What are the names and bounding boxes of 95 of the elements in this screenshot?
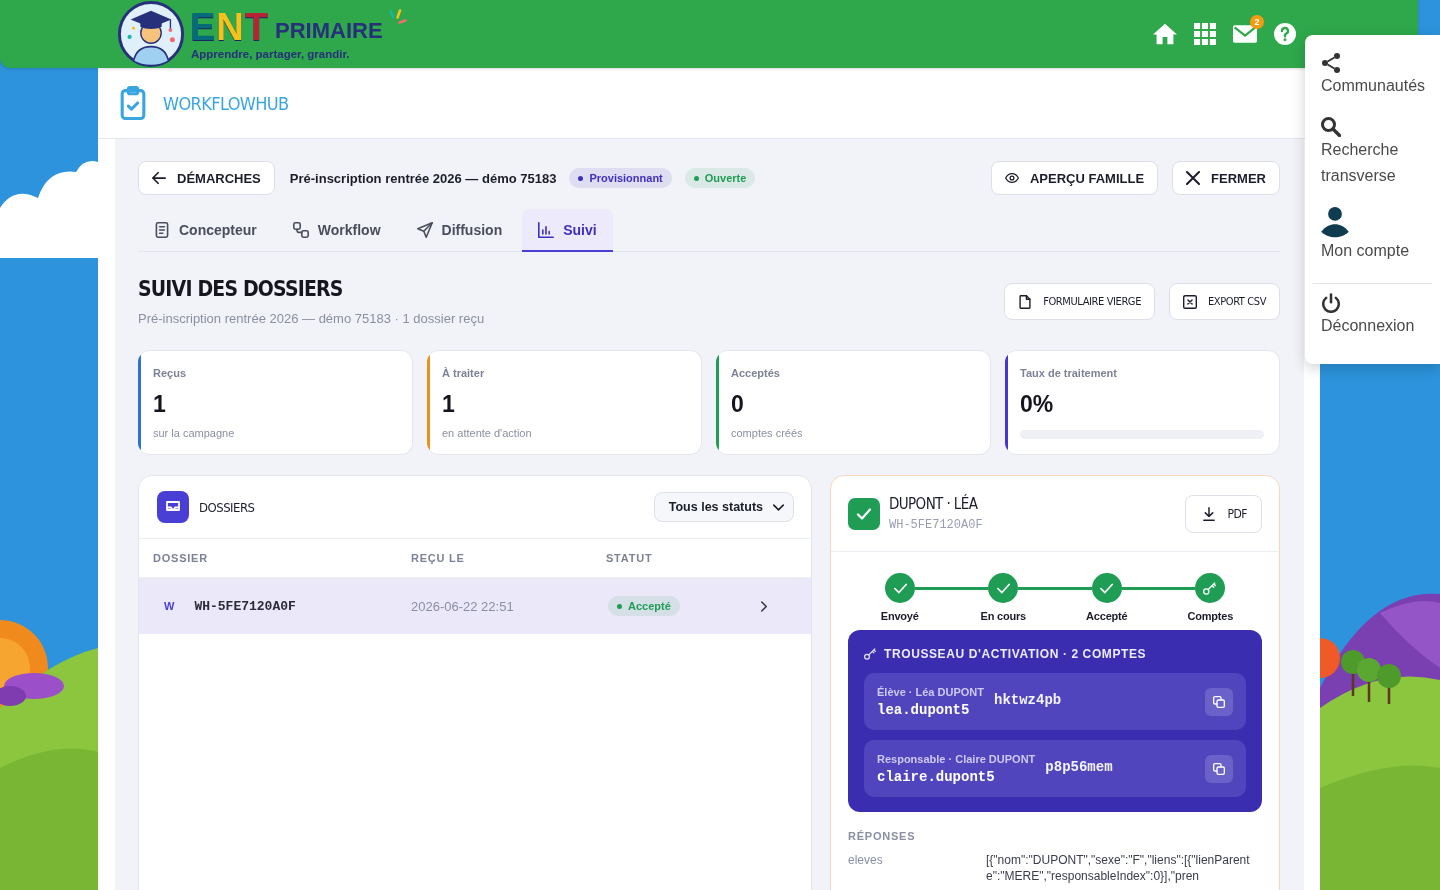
person-icon (1321, 207, 1349, 238)
close-icon (1186, 171, 1201, 185)
stat-label: À traiter (442, 366, 486, 380)
stat-caption: sur la campagne (153, 426, 236, 440)
column-header: STATUT (606, 552, 654, 564)
detail-reference: WH-5FE7120A0F (889, 518, 983, 532)
clipboard-check-icon (119, 86, 147, 120)
check-icon (848, 497, 880, 530)
close-button[interactable]: FERMER (1172, 161, 1280, 195)
step-label: Envoyé (880, 610, 919, 622)
step-label: En cours (980, 610, 1026, 622)
menu-item[interactable]: Recherche transverse (1305, 108, 1440, 198)
column-header: DOSSIER (153, 552, 209, 564)
stat-value: 0 (731, 390, 745, 418)
tab[interactable]: Workflow (276, 209, 397, 252)
status-filter[interactable]: Tous les statuts (653, 492, 794, 522)
eye-icon (1005, 171, 1019, 185)
stat-value: 0% (1020, 390, 1055, 418)
export-csv-button[interactable]: EXPORT CSV (1169, 283, 1280, 320)
account-password: hktwz4pb (994, 691, 1062, 708)
field-name: eleves (848, 852, 884, 869)
chevron-right-icon (761, 600, 767, 612)
x-square-icon (1183, 294, 1197, 309)
stat-label: Taux de traitement (1020, 366, 1118, 380)
mail-icon[interactable] (1233, 23, 1257, 45)
logo-icon (117, 0, 185, 68)
sparkle-icon (388, 8, 407, 24)
responses-heading: RÉPONSES (848, 830, 917, 842)
document-icon (154, 221, 170, 238)
paper-plane-icon (416, 221, 433, 238)
stat-label: Reçus (153, 366, 188, 380)
stat-caption: comptes créés (731, 426, 804, 440)
dossier-initial: W (164, 600, 175, 612)
brand-name: PRIMAIRE (275, 18, 383, 45)
check-icon (1100, 581, 1114, 595)
arrow-left-icon (152, 171, 166, 185)
copy-icon (1213, 762, 1225, 775)
inbox-icon (157, 491, 189, 523)
dossier-reference: WH-5FE7120A0F (194, 598, 296, 614)
stat-value: 1 (442, 390, 456, 418)
menu-item[interactable]: Communautés (1305, 44, 1440, 108)
apps-grid-icon[interactable] (1193, 23, 1217, 45)
file-icon (1018, 294, 1033, 309)
notification-badge: 2 (1250, 15, 1264, 29)
check-icon (996, 581, 1010, 595)
step-label: Accepté (1086, 610, 1128, 622)
search-icon (1321, 117, 1341, 137)
menu-item[interactable]: Mon compte (1305, 198, 1440, 273)
brand-logo-text: ENT (190, 8, 270, 45)
campaign-title: Pré-inscription rentrée 2026 — démo 75183 (289, 170, 557, 186)
table-row[interactable]: W WH-5FE7120A0F 2026-06-22 22:51 Accepté (139, 578, 811, 634)
step-label: Comptes (1187, 610, 1234, 622)
account-role: Responsable · Claire DUPONT (877, 752, 1036, 765)
card-title: DOSSIERS (199, 499, 255, 515)
family-preview-button[interactable]: APERÇU FAMILLE (991, 161, 1159, 195)
keyring-title: TROUSSEAU D'ACTIVATION · 2 COMPTES (884, 647, 1147, 661)
home-icon[interactable] (1153, 23, 1177, 45)
app-title: WORKFLOWHUB (163, 92, 289, 114)
menu-item[interactable]: Déconnexion (1305, 284, 1440, 348)
stat-label: Acceptés (731, 366, 781, 380)
column-header: REÇU LE (411, 552, 466, 564)
stat-caption: en attente d'action (442, 426, 533, 440)
tab[interactable]: Suivi (522, 209, 613, 252)
power-icon (1321, 293, 1341, 313)
account-password: p8p56mem (1045, 758, 1113, 775)
status-tag: Accepté (608, 596, 680, 616)
blank-form-button[interactable]: FORMULAIRE VIERGE (1004, 283, 1155, 320)
stat-value: 1 (153, 390, 167, 418)
download-icon (1202, 506, 1217, 521)
bar-chart-icon (538, 221, 555, 238)
tab[interactable]: Concepteur (138, 209, 273, 252)
received-date: 2026-06-22 22:51 (411, 598, 515, 614)
copy-button[interactable] (1205, 754, 1233, 783)
copy-icon (1213, 695, 1225, 708)
account-login: lea.dupont5 (877, 701, 971, 718)
key-icon (864, 648, 876, 660)
status-tag: Provisionnant (569, 168, 672, 188)
key-icon (1203, 581, 1217, 595)
section-subtitle: Pré-inscription rentrée 2026 — démo 75183 · 1 dossier reçu (138, 311, 485, 327)
chevron-down-icon (773, 503, 784, 511)
detail-title: DUPONT · LÉA (889, 495, 979, 513)
tab[interactable]: Diffusion (400, 209, 519, 252)
help-icon[interactable] (1273, 23, 1297, 45)
share-icon (1321, 53, 1341, 73)
linked-squares-icon (292, 221, 309, 238)
account-role: Élève · Léa DUPONT (877, 685, 984, 698)
copy-button[interactable] (1205, 687, 1233, 716)
field-value: [{"nom":"DUPONT","sexe":"F","liens":[{"lienParente":"MERE","responsableIndex":0}],"pren (986, 852, 1251, 884)
section-title: SUIVI DES DOSSIERS (138, 276, 344, 302)
pdf-button[interactable]: PDF (1185, 494, 1262, 533)
account-login: claire.dupont5 (877, 768, 996, 785)
check-icon (893, 581, 907, 595)
back-button[interactable]: DÉMARCHES (138, 161, 275, 195)
tagline: Apprendre, partager, grandir. (191, 47, 351, 60)
status-tag: Ouverte (684, 168, 756, 188)
